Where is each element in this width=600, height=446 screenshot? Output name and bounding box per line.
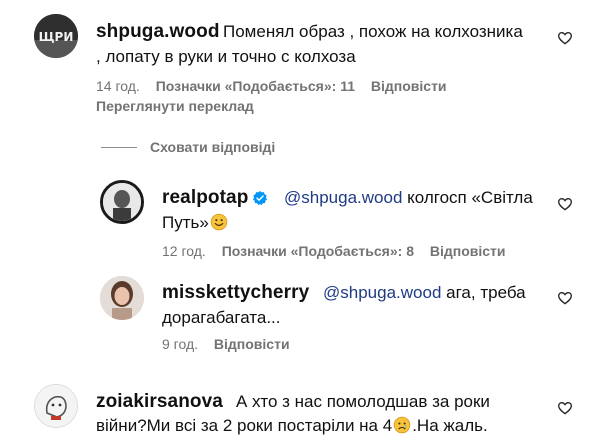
comment-timestamp: 9 год. (162, 336, 199, 352)
comment-text-line: дорагабагата... (162, 308, 281, 327)
comment-text-part: ага, треба (446, 283, 526, 302)
likes-count-link[interactable]: Позначки «Подобається»: 8 (222, 243, 414, 259)
avatar-shpuga-wood[interactable]: ЩРИ (34, 14, 78, 58)
reply-button[interactable]: Відповісти (430, 243, 506, 259)
heart-icon[interactable] (557, 196, 573, 212)
comment-username[interactable]: shpuga.wood (96, 21, 220, 43)
comment-text-line: Путь» (162, 210, 228, 235)
comment-meta: 12 год. Позначки «Подобається»: 8 Відпов… (162, 243, 506, 259)
username-label: realpotap (162, 187, 249, 208)
likes-count-link[interactable]: Позначки «Подобається»: 11 (156, 78, 355, 94)
mention-link[interactable]: @shpuga.wood (323, 283, 441, 302)
mention-link[interactable]: @shpuga.wood (284, 188, 402, 207)
comment-text-line: війни?Ми всі за 2 роки постаріли на 4 .Н… (96, 413, 488, 438)
comment-text-part: .На жаль. (412, 416, 488, 435)
heart-icon[interactable] (557, 290, 573, 306)
heart-icon[interactable] (557, 400, 573, 416)
comment-username[interactable]: realpotap (162, 187, 268, 209)
comment-meta: 14 год. Позначки «Подобається»: 11 Відпо… (96, 78, 447, 94)
hide-replies-label: Сховати відповіді (150, 139, 276, 155)
comment-username[interactable]: misskettycherry (162, 282, 309, 304)
comment-text-part: колгосп «Світла (407, 188, 533, 207)
avatar-misskettycherry[interactable] (100, 276, 144, 320)
smile-emoji-icon (210, 213, 228, 231)
replies-divider (101, 147, 137, 148)
sad-emoji-icon (393, 416, 411, 434)
reply-button[interactable]: Відповісти (371, 78, 447, 94)
avatar-realpotap[interactable] (100, 180, 144, 224)
comment-text-line: , лопату в руки и точно с колхоза (96, 47, 356, 66)
reply-button[interactable]: Відповісти (214, 336, 290, 352)
heart-icon[interactable] (557, 30, 573, 46)
hide-replies-button[interactable]: Сховати відповіді (150, 139, 275, 155)
comment-text-line: Поменял образ , похож на колхозника (223, 22, 523, 41)
verified-badge-icon (253, 191, 268, 206)
comment-meta: 9 год. Відповісти (162, 336, 290, 352)
see-translation-link[interactable]: Переглянути переклад (96, 98, 254, 114)
see-translation-label: Переглянути переклад (96, 98, 254, 114)
comment-text-line: А хто з нас помолодшав за роки (236, 392, 490, 411)
comment-text-line: @shpuga.wood колгосп «Світла (284, 185, 533, 210)
comment-text-line: @shpuga.wood ага, треба (323, 280, 526, 305)
svg-text:ЩРИ: ЩРИ (39, 30, 74, 44)
comment-username[interactable]: zoiakirsanova (96, 391, 223, 413)
comment-timestamp: 12 год. (162, 243, 206, 259)
avatar-zoiakirsanova[interactable] (34, 384, 78, 428)
comment-text-part: Путь» (162, 213, 209, 232)
comment-text-part: війни?Ми всі за 2 роки постаріли на 4 (96, 416, 393, 435)
comment-timestamp: 14 год. (96, 78, 140, 94)
